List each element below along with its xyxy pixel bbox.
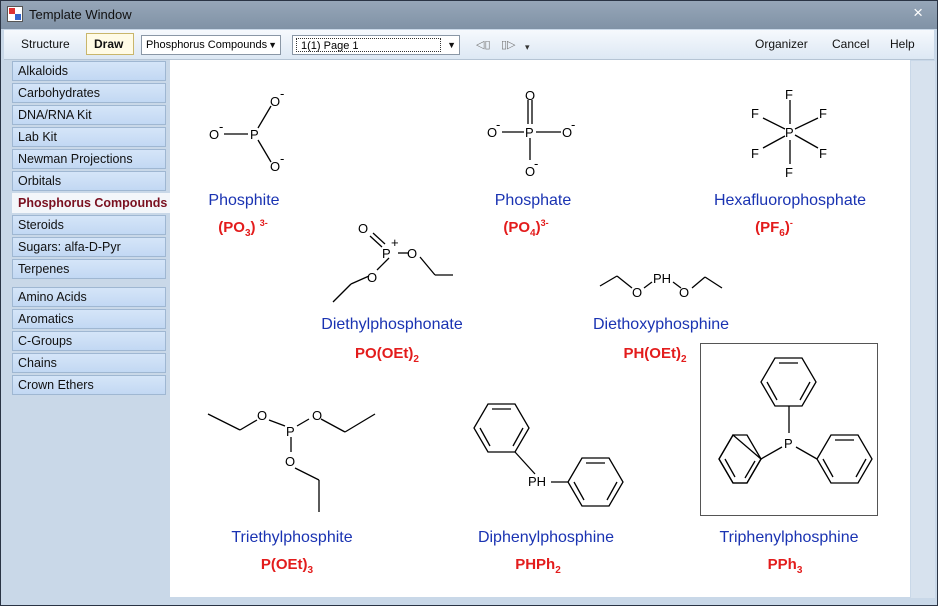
sidebar-item-amino-acids[interactable]: Amino Acids	[12, 287, 166, 307]
atom-label: O	[358, 221, 368, 236]
template-name[interactable]: Diphenylphosphine	[478, 529, 614, 547]
atom-label: P	[785, 125, 794, 140]
sidebar-item-terpenes[interactable]: Terpenes	[12, 259, 166, 279]
organizer-button[interactable]: Organizer	[748, 33, 815, 55]
page-next-icon[interactable]: ▯▷	[501, 38, 516, 51]
toolbar: Structure Draw Phosphorus Compounds ▼ 1(…	[4, 30, 934, 60]
template-name[interactable]: Diethylphosphonate	[321, 316, 462, 334]
dropdown-arrow-icon: ▼	[447, 40, 456, 50]
sidebar-item-carbohydrates[interactable]: Carbohydrates	[12, 83, 166, 103]
template-name[interactable]: Triethylphosphite	[231, 529, 352, 547]
category-select-value: Phosphorus Compounds	[146, 39, 268, 51]
charge-label: -	[571, 117, 575, 132]
atom-label: F	[751, 106, 759, 121]
template-formula: P(OEt)3	[260, 556, 314, 576]
template-name[interactable]: Hexafluorophosphate	[714, 192, 866, 210]
atom-label: O	[679, 285, 689, 300]
charge-label: +	[391, 235, 399, 250]
template-formula: PPh3	[767, 556, 803, 576]
category-select[interactable]: Phosphorus Compounds ▼	[141, 35, 281, 55]
scroll-strip	[911, 61, 935, 598]
template-formula: PHPh2	[515, 556, 561, 576]
atom-label: PH	[653, 271, 671, 286]
bottom-edge	[4, 598, 934, 604]
diphenylphosphine-structure[interactable]: PH	[465, 398, 630, 516]
template-formula: PH(OEt)2	[623, 345, 687, 365]
title-bar: Template Window ×	[1, 1, 937, 29]
template-name[interactable]: Diethoxyphosphine	[593, 316, 729, 334]
atom-label: O	[312, 408, 322, 423]
template-name[interactable]: Triphenylphosphine	[719, 529, 858, 547]
sidebar-item-steroids[interactable]: Steroids	[12, 215, 166, 235]
charge-label: -	[280, 151, 284, 166]
atom-label: F	[785, 165, 793, 180]
template-formula: (PO4)3-	[503, 218, 549, 239]
atom-label: P	[382, 246, 391, 261]
triethylphosphite-structure[interactable]: O P O O	[205, 402, 380, 514]
page-prev-icon[interactable]: ◁▯	[476, 38, 491, 51]
sidebar-item-dna-rna-kit[interactable]: DNA/RNA Kit	[12, 105, 166, 125]
sidebar-item-orbitals[interactable]: Orbitals	[12, 171, 166, 191]
window-title: Template Window	[29, 7, 132, 22]
sidebar-item-sugars[interactable]: Sugars: alfa-D-Pyr	[12, 237, 166, 257]
atom-label: O	[270, 94, 280, 109]
atom-label: P	[250, 127, 259, 142]
template-formula: PO(OEt)2	[355, 345, 419, 365]
sidebar-item-aromatics[interactable]: Aromatics	[12, 309, 166, 329]
atom-label: F	[819, 146, 827, 161]
atom-label: O	[270, 159, 280, 174]
triphenylphosphine-structure[interactable]: P	[705, 353, 875, 508]
template-formula: (PF6)-	[755, 218, 793, 239]
sidebar-item-chains[interactable]: Chains	[12, 353, 166, 373]
phosphate-structure[interactable]: O P O - O - O -	[485, 86, 585, 180]
atom-label: O	[285, 454, 295, 469]
atom-label: O	[525, 88, 535, 103]
diethylphosphonate-structure[interactable]: O P + O O	[325, 214, 460, 306]
cancel-button[interactable]: Cancel	[825, 33, 876, 55]
template-name[interactable]: Phosphite	[208, 192, 279, 210]
atom-label: O	[367, 270, 377, 285]
charge-label: -	[280, 88, 284, 101]
atom-label: P	[286, 424, 295, 439]
sidebar-item-c-groups[interactable]: C-Groups	[12, 331, 166, 351]
atom-label: O	[407, 246, 417, 261]
template-name[interactable]: Phosphate	[495, 192, 572, 210]
atom-label: PH	[528, 474, 546, 489]
category-sidebar: Alkaloids Carbohydrates DNA/RNA Kit Lab …	[10, 61, 174, 598]
draw-tab[interactable]: Draw	[86, 33, 134, 55]
sidebar-item-crown-ethers[interactable]: Crown Ethers	[12, 375, 166, 395]
structure-tab[interactable]: Structure	[14, 33, 77, 55]
sidebar-item-lab-kit[interactable]: Lab Kit	[12, 127, 166, 147]
charge-label: -	[219, 119, 223, 134]
hexafluorophosphate-structure[interactable]: F F F P F F F	[745, 84, 835, 182]
help-button[interactable]: Help	[883, 33, 922, 55]
atom-label: P	[525, 125, 534, 140]
close-icon[interactable]: ×	[913, 3, 923, 23]
atom-label: F	[819, 106, 827, 121]
sidebar-item-newman-projections[interactable]: Newman Projections	[12, 149, 166, 169]
sidebar-item-phosphorus-compounds[interactable]: Phosphorus Compounds	[12, 193, 174, 213]
sidebar-item-alkaloids[interactable]: Alkaloids	[12, 61, 166, 81]
atom-label: F	[785, 87, 793, 102]
atom-label: O	[632, 285, 642, 300]
page-select-value: 1(1) Page 1	[301, 40, 359, 52]
app-icon	[7, 6, 23, 22]
diethoxyphosphine-structure[interactable]: O PH O	[597, 266, 727, 302]
overflow-icon[interactable]: ▾	[525, 42, 530, 53]
atom-label: F	[751, 146, 759, 161]
dropdown-arrow-icon: ▼	[268, 40, 277, 50]
charge-label: -	[496, 117, 500, 132]
phosphite-structure[interactable]: P O - O - O -	[200, 88, 300, 178]
atom-label: O	[209, 127, 219, 142]
template-formula: (PO3) 3-	[218, 218, 268, 239]
charge-label: -	[534, 156, 538, 171]
atom-label: O	[257, 408, 267, 423]
page-select[interactable]: 1(1) Page 1 ▼	[292, 35, 460, 55]
atom-label: P	[784, 436, 793, 451]
